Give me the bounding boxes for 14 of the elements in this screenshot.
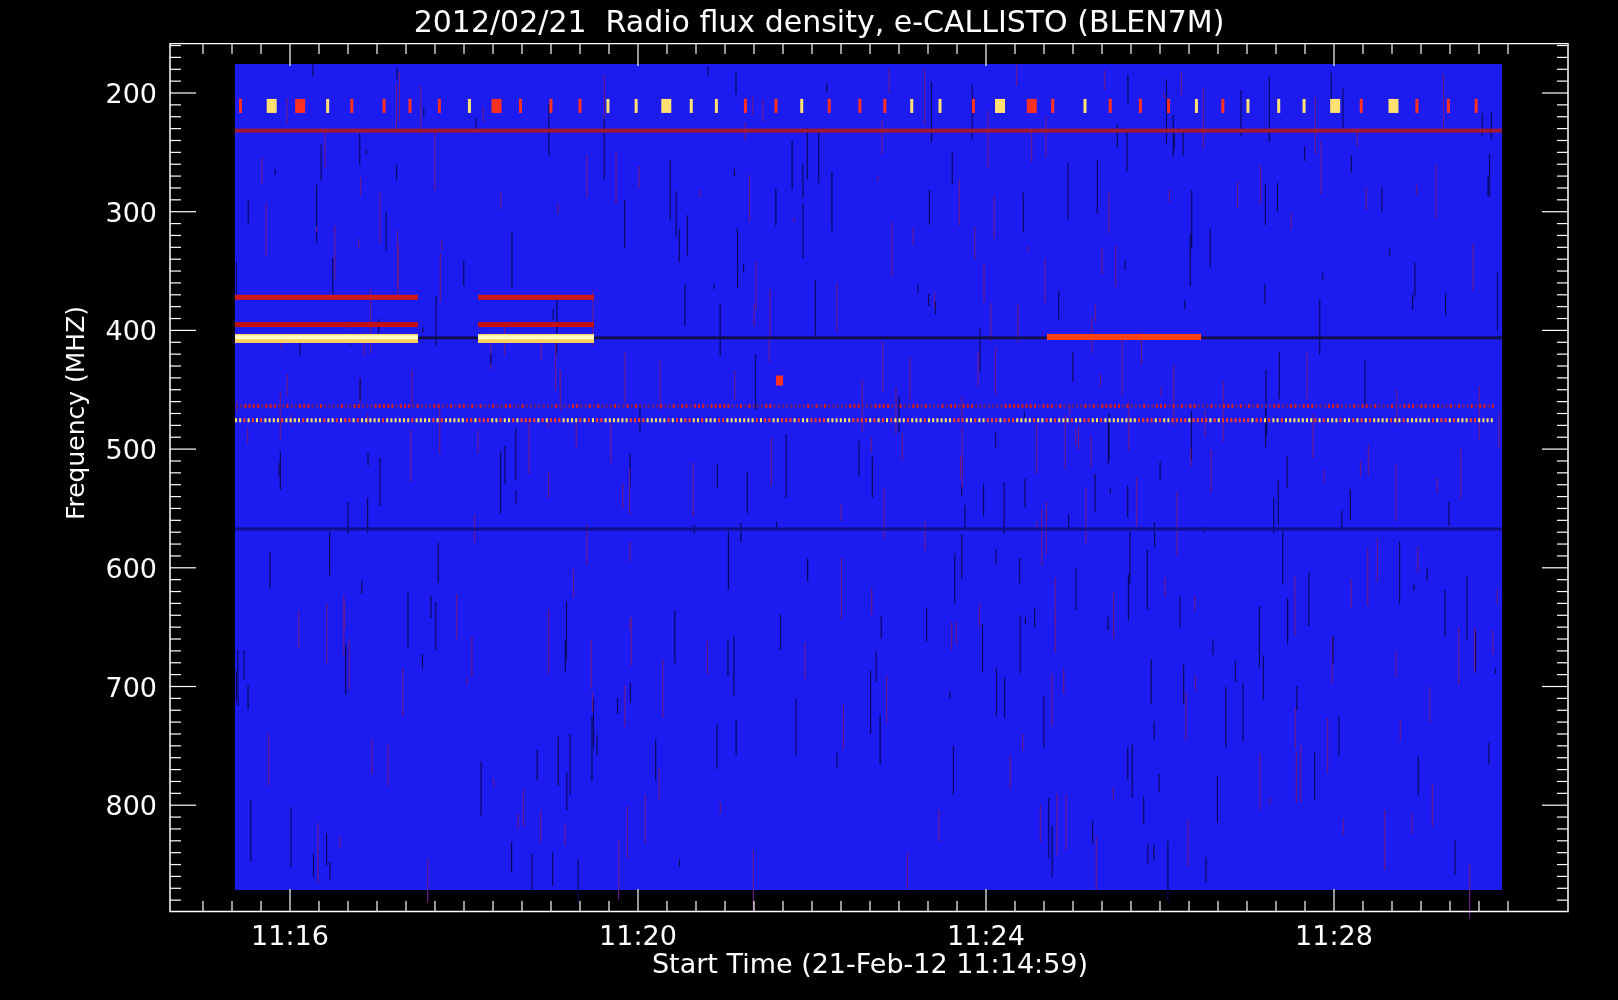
y-tick-label: 600 xyxy=(105,552,157,584)
y-tick-label: 300 xyxy=(105,196,157,228)
y-tick-label: 400 xyxy=(105,315,157,347)
y-tick-label: 500 xyxy=(105,434,157,466)
x-tick-label: 11:28 xyxy=(1295,920,1373,951)
x-tick-label: 11:20 xyxy=(599,920,677,951)
y-tick-label: 200 xyxy=(105,78,157,109)
chart-title: 2012/02/21 Radio flux density, e-CALLISTO (BLEN7M) xyxy=(412,3,1225,41)
y-axis-label: Frequency (MHZ) xyxy=(61,305,90,521)
x-axis-label: Start Time (21-Feb-12 11:14:59) xyxy=(651,948,1089,979)
y-tick-label: 700 xyxy=(105,671,157,703)
x-tick-label: 11:24 xyxy=(947,920,1025,951)
x-tick-label: 11:16 xyxy=(251,920,329,951)
y-tick-label: 800 xyxy=(105,790,157,822)
